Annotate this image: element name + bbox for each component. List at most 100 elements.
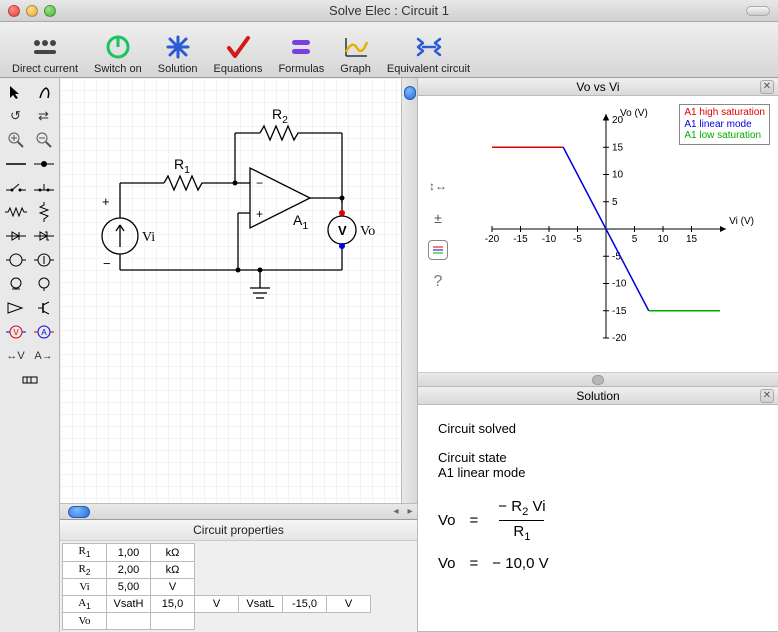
- graph-axes-tool[interactable]: ↕↔: [428, 176, 448, 196]
- vo-label: Vo: [360, 224, 375, 240]
- props-cell[interactable]: VsatL: [239, 595, 283, 612]
- props-cell[interactable]: R1: [63, 544, 107, 561]
- equivalent-circuit-button[interactable]: Equivalent circuit: [381, 33, 476, 75]
- props-cell[interactable]: 15,0: [151, 595, 195, 612]
- solution-label: Solution: [158, 63, 198, 75]
- props-cell[interactable]: R2: [63, 561, 107, 578]
- close-window-button[interactable]: [8, 5, 20, 17]
- solution-title: Solution: [576, 389, 619, 403]
- direct-current-label: Direct current: [12, 63, 78, 75]
- a1-label: A1: [293, 212, 308, 232]
- titlebar-pill-button[interactable]: [746, 6, 770, 16]
- svg-text:+: +: [102, 194, 110, 209]
- switch-on-button[interactable]: Switch on: [88, 33, 148, 75]
- svg-text:Vi (V): Vi (V): [729, 216, 754, 227]
- props-cell[interactable]: A1: [63, 595, 107, 612]
- solution-line3: A1 linear mode: [438, 465, 758, 480]
- props-cell[interactable]: 1,00: [107, 544, 151, 561]
- ground-tool[interactable]: [4, 274, 28, 294]
- tool-palette: ↺⇄ V A ↔VA→: [0, 78, 60, 632]
- props-table[interactable]: R11,00kΩR22,00kΩVi5,00VA1VsatH15,0VVsatL…: [62, 543, 371, 630]
- props-cell[interactable]: [151, 613, 195, 630]
- minimize-window-button[interactable]: [26, 5, 38, 17]
- circuit-properties-panel: Circuit properties R11,00kΩ R22,00kΩ Vi5,0…: [60, 519, 417, 632]
- graph-title: Vo vs Vi: [576, 80, 619, 94]
- resistor-vert-tool[interactable]: [32, 202, 56, 222]
- props-cell[interactable]: V: [327, 595, 371, 612]
- props-cell[interactable]: V: [195, 595, 239, 612]
- zoom-window-button[interactable]: [44, 5, 56, 17]
- graph-label: Graph: [340, 63, 371, 75]
- canvas-hscrollbar[interactable]: ◂▸: [60, 503, 417, 519]
- probe-tool[interactable]: [32, 82, 56, 102]
- resistor-tool[interactable]: [4, 202, 28, 222]
- svg-text:-10: -10: [612, 279, 627, 290]
- direct-current-button[interactable]: Direct current: [6, 33, 84, 75]
- graph-close-button[interactable]: ✕: [760, 80, 774, 94]
- props-cell[interactable]: 2,00: [107, 561, 151, 578]
- ground2-tool[interactable]: [32, 274, 56, 294]
- svg-text:−: −: [103, 256, 111, 271]
- canvas-vscrollbar[interactable]: [401, 78, 417, 503]
- equations-label: Equations: [214, 63, 263, 75]
- props-cell[interactable]: 5,00: [107, 578, 151, 595]
- switch-closed-tool[interactable]: [32, 178, 56, 198]
- graph-hscrollbar[interactable]: [418, 372, 778, 386]
- opamp-tool[interactable]: [4, 298, 28, 318]
- window-controls: [8, 5, 56, 17]
- wire-tool[interactable]: [4, 154, 28, 174]
- swap-tool[interactable]: ⇄: [32, 106, 56, 126]
- graph-legend-tool[interactable]: [428, 240, 448, 260]
- props-cell[interactable]: -15,0: [283, 595, 327, 612]
- check-icon: [224, 33, 252, 61]
- vi-label: Vi: [142, 230, 155, 246]
- rotate-left-tool[interactable]: ↺: [4, 106, 28, 126]
- svg-text:A: A: [41, 328, 47, 337]
- graph-sum-tool[interactable]: ±: [428, 208, 448, 228]
- current-label-tool[interactable]: A→: [32, 346, 56, 366]
- equations-button[interactable]: Equations: [208, 33, 269, 75]
- ammeter-tool[interactable]: A: [32, 322, 56, 342]
- circuit-canvas[interactable]: − + + − V R1 R2 A1 Vi Vo: [60, 78, 401, 503]
- voltmeter-v: V: [338, 223, 347, 238]
- schematic-drawing: − + + − V: [60, 78, 402, 378]
- current-src-tool[interactable]: [32, 250, 56, 270]
- zoom-in-tool[interactable]: [4, 130, 28, 150]
- props-cell[interactable]: V: [151, 578, 195, 595]
- transistor-tool[interactable]: [32, 298, 56, 318]
- voltage-label-tool[interactable]: ↔V: [4, 346, 28, 366]
- props-cell[interactable]: Vi: [63, 578, 107, 595]
- props-header: Circuit properties: [60, 520, 417, 541]
- graph-button[interactable]: Graph: [334, 33, 377, 75]
- props-cell[interactable]: Vo: [63, 613, 107, 630]
- props-cell[interactable]: [107, 613, 151, 630]
- graph-help-tool[interactable]: ?: [428, 272, 448, 292]
- switch-on-label: Switch on: [94, 63, 142, 75]
- equiv-icon: [414, 33, 442, 61]
- window-title: Solve Elec : Circuit 1: [0, 3, 778, 18]
- switch-open-tool[interactable]: [4, 178, 28, 198]
- more-tool[interactable]: [18, 370, 42, 390]
- graph-plot[interactable]: -20-15-10-551015-20-15-10-55101520Vo (V)…: [458, 102, 772, 366]
- zoom-out-tool[interactable]: [32, 130, 56, 150]
- props-cell[interactable]: VsatH: [107, 595, 151, 612]
- solution-button[interactable]: Solution: [152, 33, 204, 75]
- graph-legend: A1 high saturation A1 linear mode A1 low…: [679, 104, 770, 145]
- toolbar: Direct current Switch on Solution Equati…: [0, 22, 778, 78]
- svg-text:Vo (V): Vo (V): [620, 108, 648, 119]
- voltage-src-tool[interactable]: [4, 250, 28, 270]
- voltmeter-tool[interactable]: V: [4, 322, 28, 342]
- node-tool[interactable]: [32, 154, 56, 174]
- solution-panel: Solution ✕ Circuit solved Circuit state …: [418, 387, 778, 632]
- formulas-button[interactable]: Formulas: [272, 33, 330, 75]
- power-icon: [104, 33, 132, 61]
- solution-close-button[interactable]: ✕: [760, 389, 774, 403]
- pointer-tool[interactable]: [4, 82, 28, 102]
- svg-text:5: 5: [632, 234, 638, 245]
- solution-body: Circuit solved Circuit state A1 linear m…: [418, 405, 778, 631]
- direct-current-icon: [31, 33, 59, 61]
- props-cell[interactable]: kΩ: [151, 561, 195, 578]
- diode-tool[interactable]: [4, 226, 28, 246]
- zener-tool[interactable]: [32, 226, 56, 246]
- props-cell[interactable]: kΩ: [151, 544, 195, 561]
